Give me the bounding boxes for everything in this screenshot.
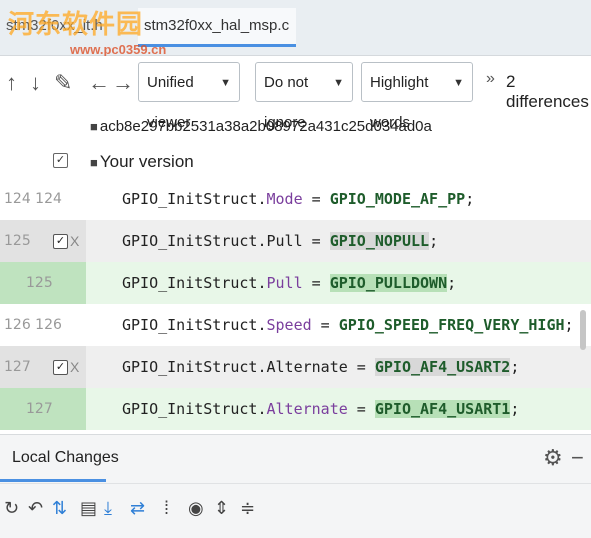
chevron-down-icon: ▼ (333, 77, 344, 89)
code-line: 124 124 GPIO_InitStruct.Mode = GPIO_MODE… (0, 178, 591, 220)
group-icon[interactable]: ⁞ (164, 498, 169, 519)
download-icon[interactable]: ⤓ (104, 498, 112, 519)
code-text: GPIO_InitStruct.Mode = GPIO_MODE_AF_PP; (122, 190, 475, 208)
refresh-icon[interactable]: ↻ (4, 498, 19, 519)
discard-icon[interactable]: X (70, 220, 79, 262)
gear-icon[interactable]: ⚙ (543, 445, 563, 471)
your-version-text: Your version (99, 152, 194, 171)
hash-text: acb8e297bb2531a38a2b08972a431c25d034ad0a (99, 118, 432, 135)
watermark-url: www.pc0359.cn (70, 42, 167, 57)
code-text: GPIO_InitStruct.Pull = GPIO_PULLDOWN; (122, 274, 457, 292)
tool-window-header: Local Changes ⚙ − (0, 434, 591, 483)
vertical-scrollbar[interactable] (580, 310, 586, 350)
lock-icon: ■ (90, 119, 98, 134)
editor-tabbar: stm32f0xx_it.h stm32f0xx_hal_msp.c ✕ 河东软… (0, 0, 591, 70)
line-numbers: 126 126 (4, 317, 62, 333)
line-numbers: 127 (26, 401, 53, 417)
active-tab-indicator (0, 479, 106, 482)
lock-icon: ■ (90, 155, 98, 170)
code-text: GPIO_InitStruct.Alternate = GPIO_AF4_USA… (122, 400, 520, 418)
tab-local-changes[interactable]: Local Changes (12, 449, 119, 467)
revision-hash: ■ acb8e297bb2531a38a2b08972a431c25d034ad0… (90, 118, 432, 135)
code-text: GPIO_InitStruct.Pull = GPIO_NOPULL; (122, 232, 439, 250)
arrow-right-icon[interactable]: → (112, 70, 134, 96)
viewer-dropdown[interactable]: Unified viewer ▼ (138, 62, 240, 131)
code-line-new: 127 GPIO_InitStruct.Alternate = GPIO_AF4… (0, 388, 591, 430)
arrow-down-icon[interactable]: ↓ (30, 70, 41, 96)
preview-icon[interactable]: ◉ (188, 498, 204, 519)
code-text: GPIO_InitStruct.Speed = GPIO_SPEED_FREQ_… (122, 316, 574, 334)
arrow-up-icon[interactable]: ↑ (6, 70, 17, 96)
highlight-dropdown[interactable]: Highlight words ▼ (361, 62, 473, 131)
your-version-label: ■ Your version (90, 152, 194, 172)
code-line-old: 125 ✓ X GPIO_InitStruct.Pull = GPIO_NOPU… (0, 220, 591, 262)
code-line-old: 127 ✓ X GPIO_InitStruct.Alternate = GPIO… (0, 346, 591, 388)
line-numbers: 124 124 (4, 191, 62, 207)
apply-checkbox[interactable]: ✓ (53, 234, 68, 249)
tab-label: stm32f0xx_hal_msp.c (144, 17, 290, 34)
minimize-icon[interactable]: − (571, 445, 584, 471)
apply-checkbox[interactable]: ✓ (53, 360, 68, 375)
changelist-icon[interactable]: ▤ (80, 498, 97, 519)
update-icon[interactable]: ⇅ (52, 498, 67, 519)
differences-count: 2 differences (506, 72, 589, 111)
header-checkbox[interactable]: ✓ (53, 153, 68, 168)
line-numbers: 125 (26, 275, 53, 291)
expand-all-icon[interactable]: ⇕ (214, 498, 229, 519)
move-icon[interactable]: ⇄ (130, 498, 145, 519)
watermark-logo: 河东软件园 (8, 9, 144, 39)
discard-icon[interactable]: X (70, 346, 79, 388)
local-changes-toolbar: ↻ ↶ ⇅ ▤ ⤓ ⇄ ⁞ ◉ ⇕ ≑ (0, 483, 591, 538)
rollback-icon[interactable]: ↶ (28, 498, 43, 519)
code-text: GPIO_InitStruct.Alternate = GPIO_AF4_USA… (122, 358, 520, 376)
code-line: 126 126 GPIO_InitStruct.Speed = GPIO_SPE… (0, 304, 591, 346)
arrow-left-icon[interactable]: ← (88, 70, 110, 96)
collapse-all-icon[interactable]: ≑ (240, 498, 255, 519)
chevron-down-icon: ▼ (220, 77, 231, 89)
code-line-new: 125 GPIO_InitStruct.Pull = GPIO_PULLDOWN… (0, 262, 591, 304)
edit-icon[interactable]: ✎ (54, 70, 72, 96)
more-chevron-icon[interactable]: » (486, 70, 495, 88)
ignore-dropdown[interactable]: Do not ignore ▼ (255, 62, 353, 131)
chevron-down-icon: ▼ (453, 77, 464, 89)
